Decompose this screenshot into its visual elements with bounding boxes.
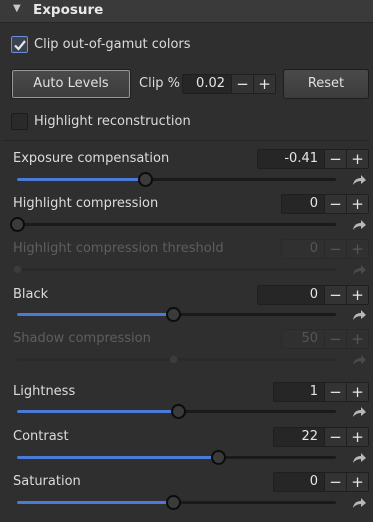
plus-button[interactable]: +: [346, 428, 368, 446]
slider-handle[interactable]: [210, 450, 226, 465]
slider-fill: [17, 501, 174, 504]
slider-track[interactable]: [17, 172, 336, 187]
undo-reset-icon[interactable]: [352, 220, 366, 232]
highlight-compression-stepper[interactable]: 0− +: [281, 194, 369, 214]
clip-percent-stepper[interactable]: 0.02 − +: [182, 74, 276, 94]
slider-track[interactable]: [17, 404, 336, 419]
contrast-value[interactable]: 22: [274, 428, 324, 446]
checkmark-icon: [14, 40, 26, 51]
minus-button[interactable]: −: [324, 286, 346, 304]
clip-gamut-checkbox[interactable]: [11, 36, 28, 53]
highlight-compression-value[interactable]: 0: [282, 195, 324, 213]
highlight-compression-label: Highlight compression: [13, 196, 159, 211]
exposure-compensation-label: Exposure compensation: [13, 151, 170, 166]
slider-track[interactable]: [17, 495, 336, 510]
plus-button[interactable]: +: [346, 383, 368, 401]
lightness-value[interactable]: 1: [274, 383, 324, 401]
highlight-reconstruction-checkbox[interactable]: [11, 113, 28, 130]
plus-button[interactable]: +: [253, 75, 275, 93]
black-value[interactable]: 0: [258, 286, 324, 304]
clip-percent-value[interactable]: 0.02: [183, 75, 231, 93]
clip-gamut-label: Clip out-of-gamut colors: [34, 37, 191, 52]
panel-header[interactable]: ▼ Exposure: [0, 0, 373, 23]
slider-fill: [17, 178, 145, 181]
black-label: Black: [13, 287, 49, 302]
minus-button[interactable]: −: [324, 473, 346, 491]
shadow-compression-label: Shadow compression: [13, 331, 151, 346]
plus-button[interactable]: +: [346, 286, 368, 304]
slider-handle[interactable]: [171, 404, 187, 419]
shadow-compression-value: 50: [282, 330, 324, 348]
minus-button[interactable]: −: [231, 75, 253, 93]
plus-button[interactable]: +: [346, 473, 368, 491]
shadow-compression-stepper: 50− +: [281, 329, 369, 349]
plus-button[interactable]: +: [346, 195, 368, 213]
undo-reset-icon[interactable]: [352, 498, 366, 510]
highlight-reconstruction-label: Highlight reconstruction: [34, 114, 191, 129]
slider-handle[interactable]: [166, 307, 182, 322]
undo-reset-icon: [353, 355, 366, 365]
slider-track[interactable]: [17, 450, 336, 465]
slider-handle: [13, 265, 22, 274]
undo-reset-icon[interactable]: [352, 175, 366, 187]
auto-levels-button[interactable]: Auto Levels: [11, 69, 131, 99]
contrast-label: Contrast: [13, 429, 69, 444]
slider-track[interactable]: [17, 307, 336, 322]
saturation-value[interactable]: 0: [274, 473, 324, 491]
plus-button[interactable]: +: [346, 150, 368, 168]
lightness-label: Lightness: [13, 384, 76, 399]
saturation-stepper[interactable]: 0− +: [273, 472, 369, 492]
slider-handle: [169, 355, 179, 364]
highlight-compression-threshold-stepper: 0− +: [281, 239, 369, 259]
plus-button: +: [346, 240, 368, 258]
triangle-down-icon[interactable]: ▼: [13, 3, 21, 14]
minus-button[interactable]: −: [324, 150, 346, 168]
minus-button: −: [324, 330, 346, 348]
saturation-label: Saturation: [13, 474, 81, 489]
highlight-compression-threshold-value: 0: [282, 240, 324, 258]
undo-reset-icon[interactable]: [352, 310, 366, 322]
contrast-stepper[interactable]: 22− +: [273, 427, 369, 447]
slider-track: [13, 265, 336, 274]
slider-fill: [17, 313, 174, 316]
slider-handle[interactable]: [137, 172, 153, 187]
plus-button: +: [346, 330, 368, 348]
minus-button: −: [324, 240, 346, 258]
exposure-compensation-stepper[interactable]: -0.41− +: [257, 149, 369, 169]
undo-reset-icon: [353, 265, 366, 275]
slider-handle[interactable]: [10, 217, 25, 232]
reset-button[interactable]: Reset: [283, 69, 369, 99]
undo-reset-icon[interactable]: [352, 453, 366, 465]
slider-track[interactable]: [10, 217, 336, 232]
minus-button[interactable]: −: [324, 195, 346, 213]
undo-reset-icon[interactable]: [352, 407, 366, 419]
exposure-compensation-value[interactable]: -0.41: [258, 150, 324, 168]
slider-fill: [17, 410, 179, 413]
black-stepper[interactable]: 0− +: [257, 285, 369, 305]
slider-fill: [17, 456, 218, 459]
lightness-stepper[interactable]: 1− +: [273, 382, 369, 402]
panel-title: Exposure: [33, 2, 104, 18]
minus-button[interactable]: −: [324, 428, 346, 446]
clip-percent-label: Clip %: [139, 76, 181, 91]
divider: [4, 140, 369, 141]
highlight-compression-threshold-label: Highlight compression threshold: [13, 241, 224, 256]
minus-button[interactable]: −: [324, 383, 346, 401]
slider-track: [17, 355, 336, 364]
slider-handle[interactable]: [166, 495, 182, 510]
